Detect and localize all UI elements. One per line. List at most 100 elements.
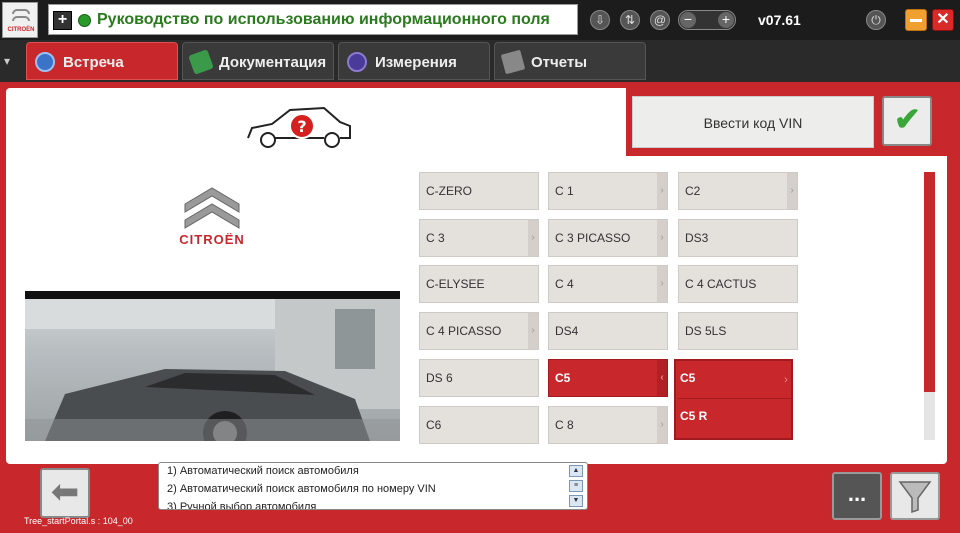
power-icon[interactable]: ⏻ <box>866 10 886 30</box>
waveform-icon <box>347 52 367 72</box>
model-label: C 3 PICASSO <box>555 231 631 245</box>
chevron-right-icon: › <box>657 220 667 256</box>
model-button[interactable]: C2 › <box>678 172 798 210</box>
model-submenu: C5 C5 R › <box>674 359 793 440</box>
model-button[interactable]: DS4 <box>548 312 668 350</box>
chevron-mark <box>12 16 30 21</box>
chevron-right-icon: › <box>784 374 788 386</box>
book-icon <box>188 49 214 75</box>
model-label: C 8 <box>555 418 574 432</box>
model-button[interactable]: C 8 › <box>548 406 668 444</box>
chevron-right-icon: › <box>528 313 538 349</box>
help-line: 1) Автоматический поиск автомобиля <box>167 465 359 477</box>
tab-reports[interactable]: Отчеты <box>494 42 646 80</box>
submenu-item[interactable]: C5 <box>680 371 695 385</box>
chevron-right-icon: › <box>528 220 538 256</box>
model-button[interactable]: DS3 <box>678 219 798 257</box>
page-title: Руководство по использованию информацион… <box>97 11 550 28</box>
download-icon[interactable]: ⇩ <box>590 10 610 30</box>
model-button[interactable]: DS 6 <box>419 359 539 397</box>
car-unknown-icon: ? <box>247 106 351 148</box>
model-button[interactable]: C-ELYSEE <box>419 265 539 303</box>
model-button[interactable]: C 3 PICASSO › <box>548 219 668 257</box>
model-label: C-ZERO <box>426 184 472 198</box>
chevron-right-icon: › <box>657 407 667 443</box>
volume-control[interactable]: − + <box>678 10 736 30</box>
model-button[interactable]: C-ZERO <box>419 172 539 210</box>
vin-confirm-button[interactable]: ✔ <box>882 96 932 146</box>
minimize-button[interactable] <box>905 9 927 31</box>
brand-name: CITROËN <box>179 232 245 247</box>
chevron-right-icon: › <box>787 173 797 209</box>
more-options-button[interactable]: ... <box>832 472 882 520</box>
model-button[interactable]: C 1 › <box>548 172 668 210</box>
model-label: C 4 CACTUS <box>685 277 757 291</box>
tab-meeting[interactable]: Встреча <box>26 42 178 80</box>
arrow-left-icon: ⬅ <box>50 473 80 511</box>
volume-up-icon[interactable]: + <box>718 12 734 28</box>
model-button[interactable]: C 3 › <box>419 219 539 257</box>
title-field: + Руководство по использованию информаци… <box>48 4 578 35</box>
version-label: v07.61 <box>758 12 801 28</box>
model-label: C2 <box>685 184 701 198</box>
tab-label: Отчеты <box>531 54 588 71</box>
title-bar: CITROËN + Руководство по использованию и… <box>0 0 960 40</box>
chevron-right-icon: › <box>657 266 667 302</box>
help-line: 2) Автоматический поиск автомобиля по но… <box>167 483 436 495</box>
help-scrollbar[interactable]: ▲ ≡ ▼ <box>569 465 583 509</box>
status-indicator-icon <box>78 14 91 27</box>
menu-chevron-icon[interactable]: ▾ <box>4 54 10 68</box>
report-icon <box>500 49 526 75</box>
chevron-right-icon: › <box>657 173 667 209</box>
model-button[interactable]: C 4 › <box>548 265 668 303</box>
model-button[interactable]: C 4 PICASSO › <box>419 312 539 350</box>
help-line: 3) Ручной выбор автомобиля <box>167 501 317 510</box>
tab-label: Документация <box>219 54 327 71</box>
car-photo-image <box>25 299 400 441</box>
vin-entry-button[interactable]: Ввести код VIN <box>632 96 874 148</box>
model-label: C6 <box>426 418 442 432</box>
model-label: C 1 <box>555 184 574 198</box>
citroen-logo: CITROËN <box>2 2 38 38</box>
model-button[interactable]: C6 <box>419 406 539 444</box>
model-button[interactable]: DS 5LS <box>678 312 798 350</box>
globe-icon <box>35 52 55 72</box>
help-list[interactable]: 1) Автоматический поиск автомобиля 2) Ав… <box>158 462 588 510</box>
close-button[interactable]: ✕ <box>932 9 954 31</box>
model-label: C5 <box>555 371 571 385</box>
model-label: DS4 <box>555 324 579 338</box>
model-label: C 4 <box>555 277 574 291</box>
chevron-left-icon: ‹ <box>657 360 667 396</box>
tab-label: Измерения <box>375 54 457 71</box>
filter-button[interactable] <box>890 472 940 520</box>
model-button[interactable]: C 4 CACTUS <box>678 265 798 303</box>
svg-text:?: ? <box>297 117 306 136</box>
footer-code: Tree_startPortal.s : 104_00 <box>24 516 133 526</box>
chevron-mark <box>12 9 30 14</box>
transfer-icon[interactable]: ⇅ <box>620 10 640 30</box>
scroll-thumb[interactable]: ≡ <box>569 480 583 492</box>
tab-documentation[interactable]: Документация <box>182 42 334 80</box>
model-button-selected[interactable]: C5 ‹ <box>548 359 668 397</box>
plus-icon[interactable]: + <box>53 11 72 30</box>
tab-bar: ▾ Встреча Документация Измерения Отчеты <box>0 40 960 82</box>
scrollbar-thumb[interactable] <box>924 172 935 392</box>
scroll-down-icon[interactable]: ▼ <box>569 495 583 507</box>
model-label: C 4 PICASSO <box>426 324 502 338</box>
model-label: C-ELYSEE <box>426 277 485 291</box>
email-icon[interactable]: @ <box>650 10 670 30</box>
model-label: DS3 <box>685 231 709 245</box>
submenu-divider <box>678 398 791 399</box>
submenu-item[interactable]: C5 R <box>680 409 707 423</box>
checkmark-icon: ✔ <box>894 101 921 137</box>
model-scrollbar[interactable] <box>924 172 935 440</box>
car-photo <box>25 291 400 441</box>
back-button[interactable]: ⬅ <box>40 468 90 518</box>
tab-measurements[interactable]: Измерения <box>338 42 490 80</box>
model-label: C 3 <box>426 231 445 245</box>
scroll-up-icon[interactable]: ▲ <box>569 465 583 477</box>
volume-down-icon[interactable]: − <box>680 12 696 28</box>
model-label: DS 6 <box>426 371 453 385</box>
tab-label: Встреча <box>63 54 124 71</box>
logo-text: CITROËN <box>7 27 35 33</box>
